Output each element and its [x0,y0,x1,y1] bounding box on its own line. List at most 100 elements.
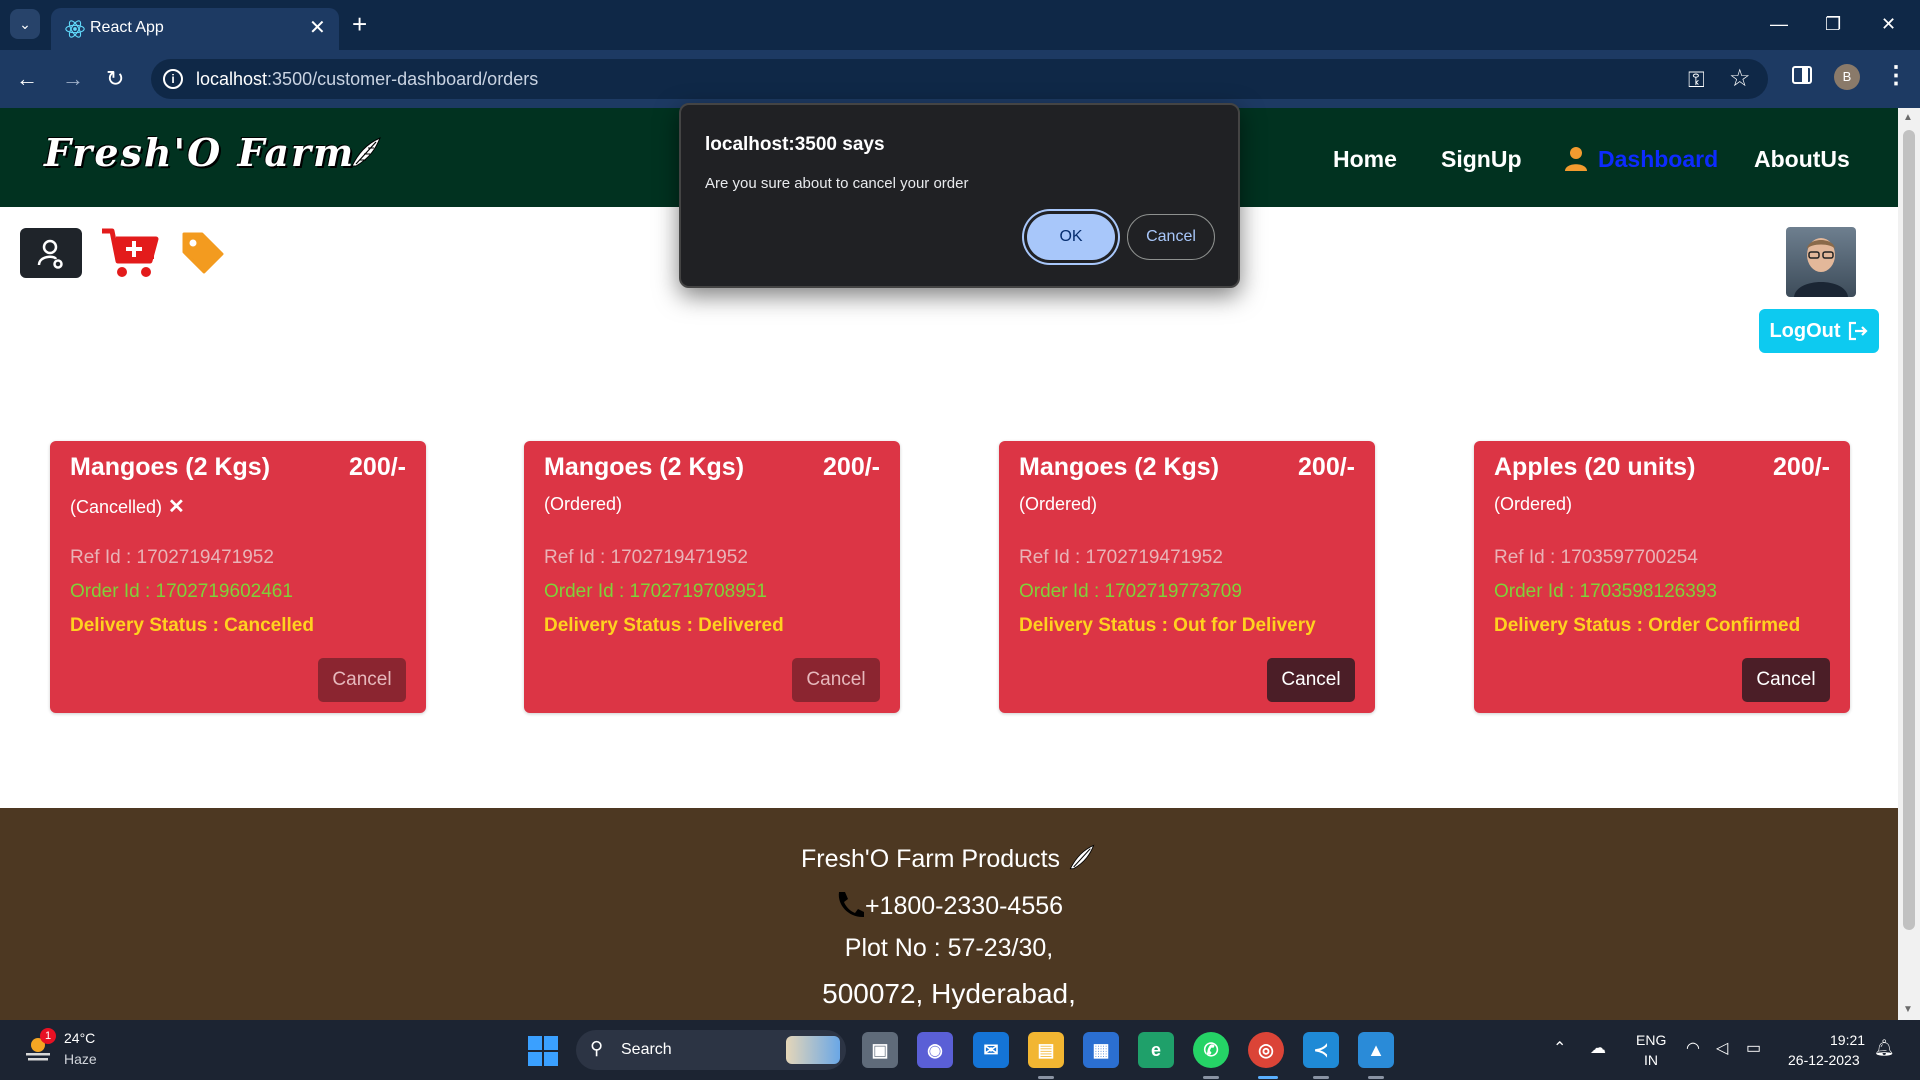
order-price: 200/- [1298,453,1355,481]
person-photo-icon [1794,238,1848,297]
volume-icon[interactable]: ◁ [1716,1038,1728,1058]
taskbar-search[interactable]: ⚲ Search [576,1030,846,1070]
notification-bell-icon[interactable]: 🔔︎ [1874,1038,1894,1058]
windows-start-icon[interactable] [528,1036,558,1066]
order-id: Order Id : 1702719602461 [70,581,293,602]
nav-signup[interactable]: SignUp [1441,146,1522,173]
cancel-order-button[interactable]: Cancel [792,658,880,702]
clock-date[interactable]: 26-12-2023 [1788,1052,1860,1068]
dialog-title: localhost:3500 says [705,134,885,155]
scroll-thumb[interactable] [1903,130,1915,930]
delivery-status: Delivery Status : Delivered [544,615,784,636]
weather-badge: 1 [40,1028,56,1044]
onedrive-cloud-icon[interactable]: ☁ [1590,1038,1606,1058]
delivery-status: Delivery Status : Order Confirmed [1494,615,1801,636]
running-indicator [1313,1076,1329,1079]
order-ref-id: Ref Id : 1703597700254 [1494,547,1698,568]
cancelled-x-icon: ✕ [168,496,185,518]
delivery-status: Delivery Status : Out for Delivery [1019,615,1316,636]
browser-tab[interactable]: React App ✕ [51,8,339,50]
tag-icon[interactable] [180,230,224,274]
nav-dashboard[interactable]: Dashboard [1598,146,1718,173]
confirm-dialog: localhost:3500 says Are you sure about t… [679,103,1240,288]
teams-chat-icon[interactable]: ◉ [917,1032,953,1068]
dialog-ok-button[interactable]: OK [1027,214,1115,260]
order-price: 200/- [1773,453,1830,481]
tab-close-icon[interactable]: ✕ [309,16,326,40]
battery-icon[interactable]: ▭ [1746,1038,1761,1058]
order-ref-id: Ref Id : 1702719471952 [1019,547,1223,568]
menu-kebab-icon[interactable]: ⋮ [1884,61,1908,91]
side-panel-icon[interactable] [1792,66,1812,84]
order-ref-id: Ref Id : 1702719471952 [70,547,274,568]
weather-description[interactable]: Haze [64,1051,97,1067]
dialog-message: Are you sure about to cancel your order [705,175,969,192]
task-view-icon[interactable]: ▣ [862,1032,898,1068]
cancel-order-button[interactable]: Cancel [1742,658,1830,702]
browser-toolbar: ← → ↻ i localhost:3500/customer-dashboar… [0,50,1920,108]
order-product: Apples (20 units) [1494,453,1696,481]
order-status: (Cancelled) ✕ [70,496,185,518]
password-key-icon[interactable]: ⚿ [1688,67,1705,93]
clock-time[interactable]: 19:21 [1830,1032,1865,1048]
react-logo-icon [65,20,85,38]
nav-aboutus[interactable]: AboutUs [1754,146,1850,173]
photos-app-icon[interactable]: ▲ [1358,1032,1394,1068]
site-footer: Fresh'O Farm Products +1800-2330-4556 Pl… [0,808,1898,1020]
add-to-cart-icon[interactable] [100,225,160,281]
restore-icon[interactable]: ❐ [1825,10,1841,38]
corn-leaf-icon [1069,844,1095,870]
language-region[interactable]: IN [1644,1052,1658,1068]
address-bar[interactable]: i localhost:3500/customer-dashboard/orde… [151,59,1768,99]
order-status: (Ordered) [544,494,623,514]
running-indicator [1203,1076,1219,1079]
edge-browser-icon[interactable]: e [1138,1032,1174,1068]
cancel-order-button[interactable]: Cancel [318,658,406,702]
order-id: Order Id : 1703598126393 [1494,581,1717,602]
language-code[interactable]: ENG [1636,1032,1666,1048]
footer-address-line2: 500072, Hyderabad, [822,978,1076,1009]
wifi-icon[interactable]: ◠ [1686,1038,1700,1058]
back-arrow-icon[interactable]: ← [16,63,38,95]
logout-button[interactable]: LogOut [1759,309,1879,353]
running-indicator [1368,1076,1384,1079]
file-explorer-icon[interactable]: ▤ [1028,1032,1064,1068]
vscode-icon[interactable]: ≺ [1303,1032,1339,1068]
mail-icon[interactable]: ✉ [973,1032,1009,1068]
order-product: Mangoes (2 Kgs) [70,453,271,481]
customer-avatar[interactable] [1786,227,1856,297]
active-app-indicator [1258,1076,1278,1079]
new-tab-icon[interactable]: + [352,10,367,38]
page-scrollbar[interactable]: ▲ ▼ [1898,108,1920,1020]
nav-home[interactable]: Home [1333,146,1397,173]
logout-label: LogOut [1769,319,1841,342]
microsoft-store-icon[interactable]: ▦ [1083,1032,1119,1068]
running-indicator [1038,1076,1054,1079]
profile-avatar[interactable]: B [1834,64,1860,90]
scroll-down-icon[interactable]: ▼ [1903,1004,1913,1015]
site-logo[interactable]: Fresh'O Farm [44,130,355,175]
browser-tab-strip: ⌄ React App ✕ + — ❐ ✕ [0,0,1920,50]
order-product: Mangoes (2 Kgs) [544,453,745,481]
forward-arrow-icon[interactable]: → [62,63,84,95]
order-product: Mangoes (2 Kgs) [1019,453,1220,481]
weather-temperature[interactable]: 24°C [64,1030,95,1046]
close-window-icon[interactable]: ✕ [1881,10,1896,38]
scroll-up-icon[interactable]: ▲ [1903,112,1913,123]
dialog-cancel-button[interactable]: Cancel [1127,214,1215,260]
whatsapp-icon[interactable]: ✆ [1193,1032,1229,1068]
minimize-icon[interactable]: — [1770,10,1788,38]
cancel-order-button[interactable]: Cancel [1267,658,1355,702]
tray-overflow-icon[interactable]: ⌃ [1553,1038,1566,1058]
order-ref-id: Ref Id : 1702719471952 [544,547,748,568]
bookmark-star-icon[interactable]: ☆ [1729,64,1751,93]
reload-icon[interactable]: ↻ [106,63,124,95]
search-highlight-image [786,1036,840,1064]
footer-address-line1: Plot No : 57-23/30, [844,934,1054,962]
chrome-icon[interactable]: ◎ [1248,1032,1284,1068]
tab-search-chevron-icon[interactable]: ⌄ [10,9,40,39]
corn-leaf-icon [351,137,381,167]
site-info-icon[interactable]: i [163,69,183,89]
delivery-status: Delivery Status : Cancelled [70,615,314,636]
profile-settings-button[interactable] [20,228,82,278]
